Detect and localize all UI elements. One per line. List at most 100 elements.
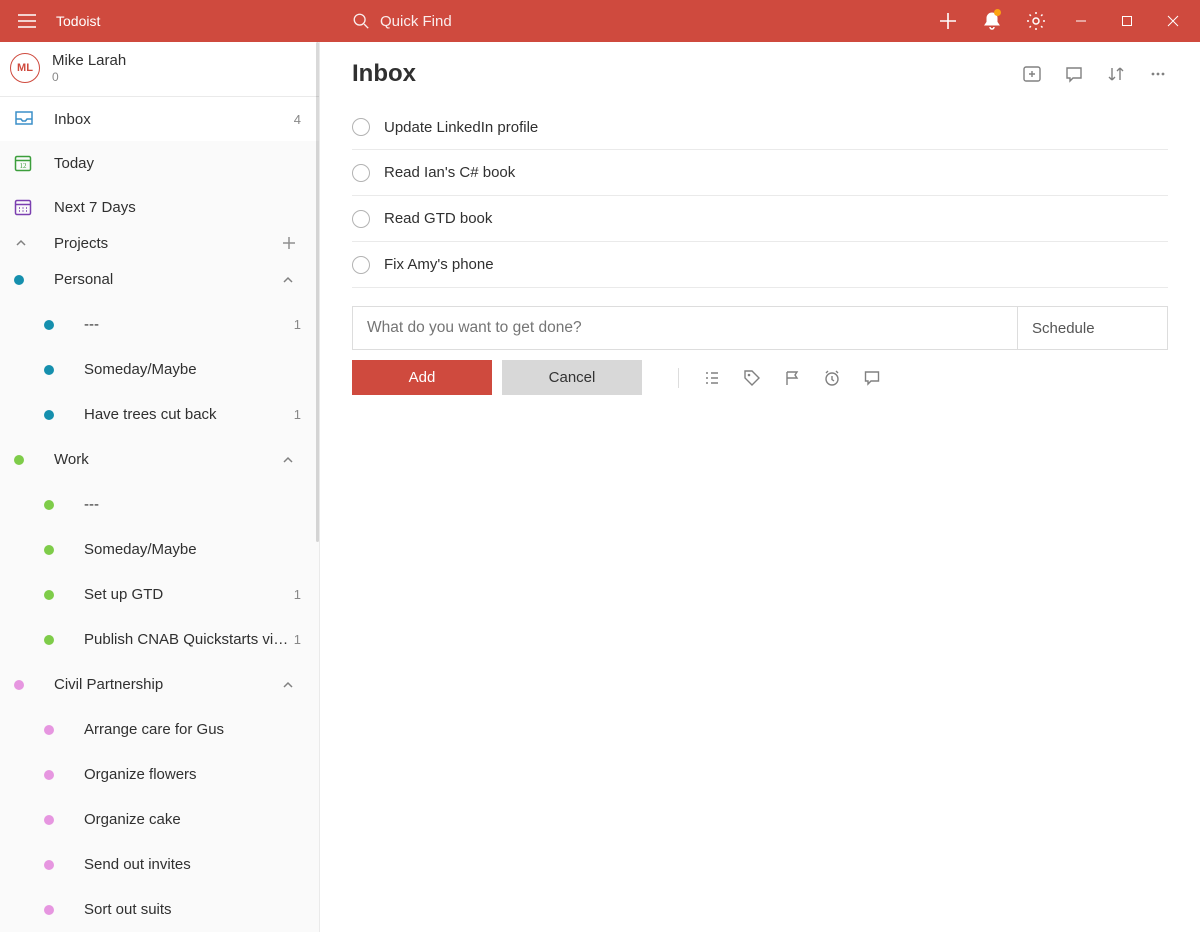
project-color-icon: [44, 500, 84, 510]
menu-button[interactable]: [12, 6, 42, 36]
task-row[interactable]: Update LinkedIn profile: [352, 104, 1168, 150]
project-color-icon: [44, 365, 84, 375]
project-color-icon: [44, 770, 84, 780]
project-item[interactable]: Someday/Maybe: [0, 347, 319, 392]
project-item-label: Send out invites: [84, 856, 305, 873]
project-color-icon: [44, 815, 84, 825]
task-checkbox[interactable]: [352, 210, 370, 228]
avatar-initials: ML: [17, 62, 33, 74]
task-row[interactable]: Read GTD book: [352, 196, 1168, 242]
project-item-count: 1: [294, 632, 305, 647]
label-icon[interactable]: [743, 369, 761, 387]
chevron-up-icon: [14, 236, 54, 250]
task-title: Fix Amy's phone: [384, 256, 494, 273]
project-item-label: Work: [54, 451, 281, 468]
add-button-label: Add: [409, 369, 436, 386]
window-minimize-button[interactable]: [1058, 5, 1104, 37]
sidebar-item-inbox[interactable]: Inbox 4: [0, 97, 319, 141]
user-karma: 0: [52, 70, 126, 84]
task-row[interactable]: Fix Amy's phone: [352, 242, 1168, 288]
project-item[interactable]: Publish CNAB Quickstarts vid...1: [0, 617, 319, 662]
app-name: Todoist: [56, 13, 100, 29]
schedule-button[interactable]: Schedule: [1017, 307, 1167, 349]
window-maximize-button[interactable]: [1104, 5, 1150, 37]
comments-button[interactable]: [1064, 64, 1084, 84]
project-item[interactable]: Sort out suits: [0, 887, 319, 932]
project-item[interactable]: Civil Partnership: [0, 662, 319, 707]
schedule-label: Schedule: [1032, 320, 1095, 337]
project-color-icon: [44, 905, 84, 915]
project-item-label: Someday/Maybe: [84, 361, 305, 378]
task-title: Read GTD book: [384, 210, 492, 227]
reminder-icon[interactable]: [823, 369, 841, 387]
project-item[interactable]: Work: [0, 437, 319, 482]
sidebar: ML Mike Larah 0 Inbox 4 12 Today: [0, 42, 320, 932]
settings-button[interactable]: [1014, 0, 1058, 42]
chevron-up-icon[interactable]: [281, 678, 305, 692]
sidebar-item-next7days[interactable]: Next 7 Days: [0, 185, 319, 229]
task-checkbox[interactable]: [352, 118, 370, 136]
priority-flag-icon[interactable]: [783, 369, 801, 387]
task-checkbox[interactable]: [352, 256, 370, 274]
project-color-icon: [14, 680, 54, 690]
project-item-count: 1: [294, 407, 305, 422]
project-item-label: Arrange care for Gus: [84, 721, 305, 738]
quick-find[interactable]: Quick Find: [320, 0, 926, 42]
project-item-label: ---: [84, 316, 294, 333]
calendar-week-icon: [14, 198, 54, 216]
project-item[interactable]: Personal: [0, 257, 319, 302]
project-item[interactable]: Organize flowers: [0, 752, 319, 797]
inbox-icon: [14, 110, 54, 128]
task-list: Update LinkedIn profile Read Ian's C# boo…: [352, 104, 1168, 288]
add-button[interactable]: Add: [352, 360, 492, 395]
project-item[interactable]: Organize cake: [0, 797, 319, 842]
chevron-up-icon[interactable]: [281, 273, 305, 287]
project-item-label: Organize cake: [84, 811, 305, 828]
avatar: ML: [10, 53, 40, 83]
cancel-button[interactable]: Cancel: [502, 360, 642, 395]
task-row[interactable]: Read Ian's C# book: [352, 150, 1168, 196]
project-item-label: Set up GTD: [84, 586, 294, 603]
sidebar-item-today[interactable]: 12 Today: [0, 141, 319, 185]
project-picker-icon[interactable]: [703, 369, 721, 387]
sidebar-item-label: Today: [54, 155, 305, 172]
add-section-button[interactable]: [1022, 64, 1042, 84]
projects-list: Personal---1Someday/MaybeHave trees cut …: [0, 257, 319, 932]
divider: [678, 368, 679, 388]
project-item[interactable]: ---: [0, 482, 319, 527]
projects-section-header[interactable]: Projects: [0, 229, 319, 257]
project-item-label: ---: [84, 496, 305, 513]
project-item-count: 1: [294, 587, 305, 602]
quick-add-input[interactable]: [353, 307, 1017, 349]
scrollbar[interactable]: [316, 42, 319, 542]
add-project-button[interactable]: [281, 235, 305, 251]
task-title: Read Ian's C# book: [384, 164, 515, 181]
profile-button[interactable]: ML Mike Larah 0: [0, 42, 319, 97]
add-task-button[interactable]: [926, 0, 970, 42]
project-item-label: Civil Partnership: [54, 676, 281, 693]
page-title: Inbox: [352, 60, 1022, 88]
project-item-label: Organize flowers: [84, 766, 305, 783]
project-item[interactable]: Arrange care for Gus: [0, 707, 319, 752]
project-item[interactable]: ---1: [0, 302, 319, 347]
project-item[interactable]: Have trees cut back1: [0, 392, 319, 437]
project-item[interactable]: Send out invites: [0, 842, 319, 887]
project-color-icon: [44, 635, 84, 645]
project-item[interactable]: Someday/Maybe: [0, 527, 319, 572]
project-item[interactable]: Set up GTD1: [0, 572, 319, 617]
comment-icon[interactable]: [863, 369, 881, 387]
search-icon: [352, 12, 370, 30]
quick-add-row: Schedule: [352, 306, 1168, 350]
more-options-button[interactable]: [1148, 64, 1168, 84]
project-color-icon: [44, 320, 84, 330]
project-item-label: Have trees cut back: [84, 406, 294, 423]
chevron-up-icon[interactable]: [281, 453, 305, 467]
task-checkbox[interactable]: [352, 164, 370, 182]
sidebar-item-label: Next 7 Days: [54, 199, 305, 216]
project-item-label: Publish CNAB Quickstarts vid...: [84, 631, 294, 648]
sort-button[interactable]: [1106, 64, 1126, 84]
window-close-button[interactable]: [1150, 5, 1196, 37]
projects-section-label: Projects: [54, 235, 281, 252]
notifications-button[interactable]: [970, 0, 1014, 42]
project-color-icon: [44, 545, 84, 555]
